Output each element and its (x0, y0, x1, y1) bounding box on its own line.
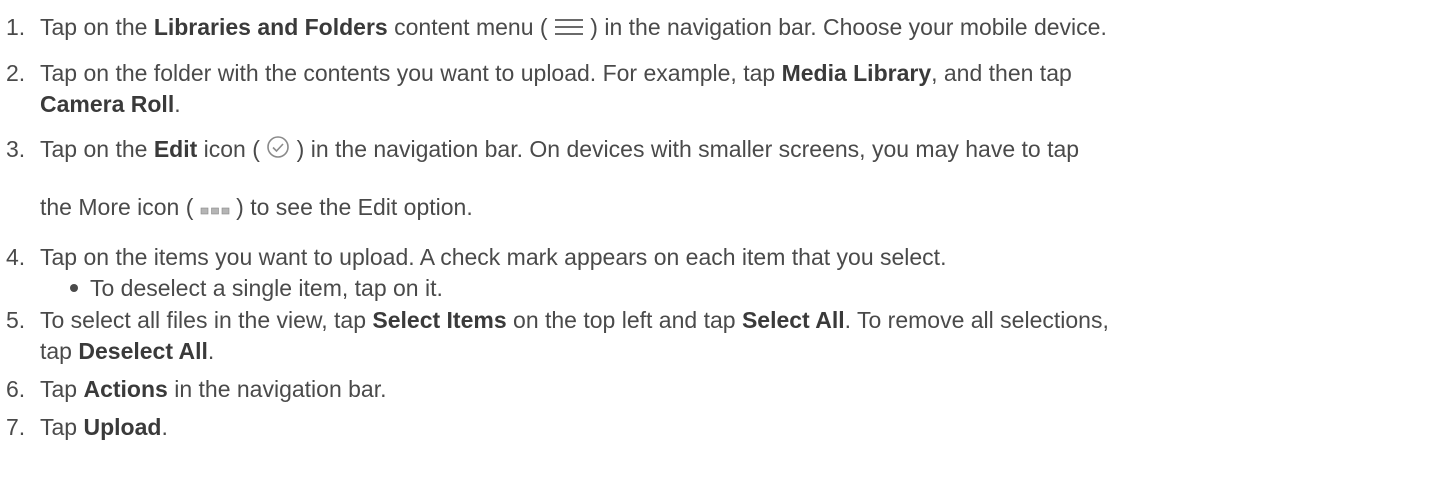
step-6: 6. Tap Actions in the navigation bar. (0, 374, 387, 404)
step-4: 4. Tap on the items you want to upload. A… (0, 242, 946, 272)
step-2-continued: Camera Roll. (40, 91, 181, 117)
checkmark-circle-icon (266, 135, 290, 166)
more-dots-icon (200, 194, 230, 224)
instruction-steps: 1. Tap on the Libraries and Folders conte… (0, 0, 1450, 491)
actions-label: Actions (83, 376, 168, 402)
step-4-bullet: To deselect a single item, tap on it. (0, 273, 443, 303)
camera-roll-label: Camera Roll (40, 91, 175, 117)
bullet-dot (70, 283, 78, 292)
step-5-continued: tap Deselect All. (40, 338, 215, 364)
step-number: 4. (6, 244, 26, 270)
step-1: 1. Tap on the Libraries and Folders conte… (0, 12, 1107, 44)
deselect-all-label: Deselect All (78, 338, 208, 364)
step-number: 1. (6, 14, 26, 40)
select-all-label: Select All (741, 307, 845, 333)
step-3: 3. Tap on the Edit icon ( ) in the naviga… (0, 134, 1079, 166)
step-number: 3. (6, 136, 26, 162)
step-number: 2. (6, 60, 26, 86)
libraries-and-folders-label: Libraries and Folders (153, 14, 388, 40)
edit-label: Edit (153, 136, 198, 162)
step-number: 7. (6, 414, 26, 440)
step-7: 7. Tap Upload. (0, 412, 168, 442)
step-number: 6. (6, 376, 26, 402)
media-library-label: Media Library (781, 60, 932, 86)
step-number: 5. (6, 307, 26, 333)
select-items-label: Select Items (372, 307, 507, 333)
hamburger-menu-icon (554, 14, 584, 44)
upload-label: Upload (83, 414, 162, 440)
step-2: 2. Tap on the folder with the contents yo… (0, 58, 1072, 88)
step-3-continued: the More icon ( ) to see the Edit option… (0, 192, 473, 224)
step-5: 5. To select all files in the view, tap S… (0, 305, 1109, 335)
